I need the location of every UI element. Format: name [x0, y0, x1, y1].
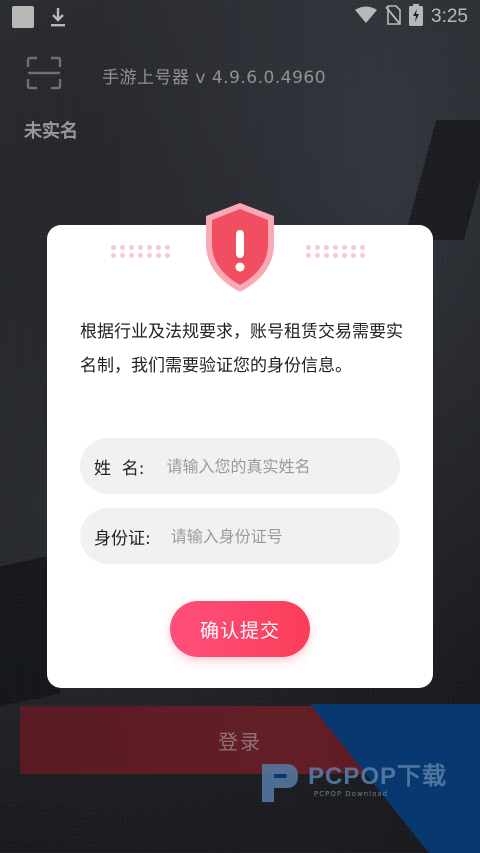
dialog-message: 根据行业及法规要求，账号租赁交易需要实名制，我们需要验证您的身份信息。: [80, 322, 403, 376]
decorative-dots: [111, 245, 171, 258]
realname-dialog: 根据行业及法规要求，账号租赁交易需要实名制，我们需要验证您的身份信息。 姓 名:…: [47, 203, 433, 688]
confirm-submit-button[interactable]: 确认提交: [170, 601, 310, 657]
decorative-dots: [306, 245, 366, 258]
shield-alert-icon: [206, 203, 274, 292]
id-field[interactable]: 身份证:: [80, 508, 400, 564]
name-field-label: 姓 名:: [94, 458, 145, 479]
id-field-label: 身份证:: [94, 528, 151, 549]
id-number-input[interactable]: [170, 526, 400, 546]
name-input[interactable]: [166, 456, 400, 476]
name-field[interactable]: 姓 名:: [80, 438, 400, 494]
